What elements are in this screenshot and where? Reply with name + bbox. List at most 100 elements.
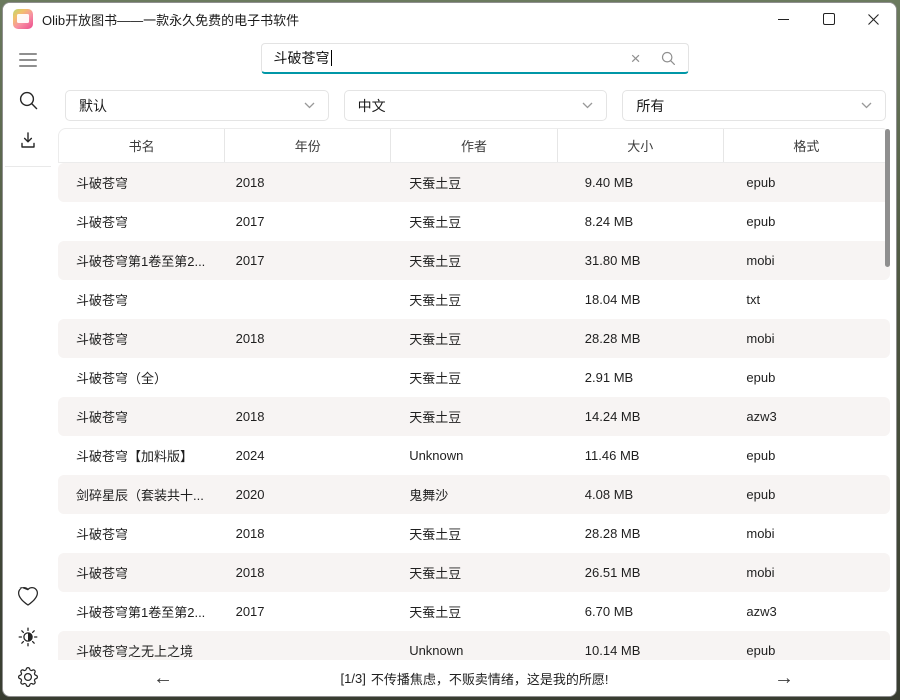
- close-button[interactable]: [851, 3, 896, 35]
- cell-size: 28.28 MB: [553, 526, 729, 541]
- cell-author: 天蚕土豆: [379, 173, 553, 192]
- maximize-icon: [823, 13, 835, 25]
- cell-author: 天蚕土豆: [379, 368, 553, 387]
- minimize-button[interactable]: [761, 3, 806, 35]
- cell-format: epub: [728, 370, 890, 385]
- cell-title: 斗破苍穹: [58, 524, 220, 543]
- favorites-button[interactable]: [10, 582, 46, 612]
- language-dropdown[interactable]: 中文: [344, 90, 608, 121]
- table-row[interactable]: 斗破苍穹2018天蚕土豆28.28 MBmobi: [58, 319, 890, 358]
- heart-icon: [18, 587, 38, 607]
- cell-size: 18.04 MB: [553, 292, 729, 307]
- pagination-message: 不传播焦虑，不贩卖情绪，这是我的所愿!: [371, 669, 609, 688]
- text-cursor: [331, 50, 332, 66]
- table-row[interactable]: 斗破苍穹第1卷至第2...2017天蚕土豆6.70 MBazw3: [58, 592, 890, 631]
- cell-title: 剑碎星辰（套装共十...: [58, 485, 220, 504]
- cell-format: txt: [728, 292, 890, 307]
- cell-format: epub: [728, 448, 890, 463]
- sort-dropdown-value: 默认: [79, 96, 107, 116]
- cell-title: 斗破苍穹第1卷至第2...: [58, 251, 220, 270]
- cell-size: 31.80 MB: [553, 253, 729, 268]
- cell-size: 6.70 MB: [553, 604, 729, 619]
- clear-search-button[interactable]: ×: [629, 50, 643, 67]
- brightness-icon: [18, 627, 38, 647]
- cell-author: 天蚕土豆: [379, 524, 553, 543]
- search-submit-icon[interactable]: [661, 51, 676, 66]
- scrollbar-thumb[interactable]: [885, 129, 890, 267]
- table-row[interactable]: 斗破苍穹 天蚕土豆18.04 MBtxt: [58, 280, 890, 319]
- cell-author: 天蚕土豆: [379, 212, 553, 231]
- cell-format: epub: [728, 214, 890, 229]
- cell-title: 斗破苍穹: [58, 290, 220, 309]
- language-dropdown-value: 中文: [358, 96, 386, 116]
- table-row[interactable]: 斗破苍穹（全）天蚕土豆2.91 MBepub: [58, 358, 890, 397]
- cell-format: azw3: [728, 604, 890, 619]
- cell-title: 斗破苍穹（全）: [58, 368, 220, 387]
- cell-title: 斗破苍穹: [58, 212, 220, 231]
- cell-author: Unknown: [379, 643, 553, 658]
- cell-size: 26.51 MB: [553, 565, 729, 580]
- menu-button[interactable]: [10, 45, 46, 75]
- prev-page-button[interactable]: ←: [153, 668, 173, 688]
- cell-author: 鬼舞沙: [379, 485, 553, 504]
- table-row[interactable]: 斗破苍穹2018天蚕土豆28.28 MBmobi: [58, 514, 890, 553]
- results-table: 书名年份作者大小格式 斗破苍穹2018天蚕土豆9.40 MBepub斗破苍穹20…: [58, 128, 890, 660]
- cell-size: 28.28 MB: [553, 331, 729, 346]
- table-row[interactable]: 斗破苍穹【加料版】2024Unknown11.46 MBepub: [58, 436, 890, 475]
- table-row[interactable]: 斗破苍穹第1卷至第2...2017天蚕土豆31.80 MBmobi: [58, 241, 890, 280]
- search-row: 斗破苍穹 ×: [53, 35, 896, 83]
- table-row[interactable]: 斗破苍穹之无上之境 Unknown10.14 MBepub: [58, 631, 890, 660]
- sort-dropdown[interactable]: 默认: [65, 90, 329, 121]
- cell-year: 2017: [220, 604, 380, 619]
- downloads-button[interactable]: [10, 125, 46, 155]
- cell-year: 2018: [220, 409, 380, 424]
- sidebar-search-button[interactable]: [10, 85, 46, 115]
- window-controls: [761, 3, 896, 35]
- cell-size: 10.14 MB: [553, 643, 729, 658]
- column-header: 作者: [391, 129, 557, 162]
- titlebar[interactable]: Olib开放图书——一款永久免费的电子书软件: [3, 3, 896, 35]
- cell-size: 9.40 MB: [553, 175, 729, 190]
- cell-format: epub: [728, 643, 890, 658]
- table-row[interactable]: 斗破苍穹2018天蚕土豆9.40 MBepub: [58, 163, 890, 202]
- column-header: 书名: [59, 129, 225, 162]
- settings-button[interactable]: [10, 662, 46, 692]
- cell-year: 2018: [220, 175, 380, 190]
- format-dropdown[interactable]: 所有: [622, 90, 886, 121]
- theme-toggle-button[interactable]: [10, 622, 46, 652]
- cell-size: 14.24 MB: [553, 409, 729, 424]
- hamburger-icon: [19, 53, 37, 67]
- column-header: 年份: [225, 129, 391, 162]
- pagination-bar: ← [1/3] 不传播焦虑，不贩卖情绪，这是我的所愿! →: [53, 660, 896, 696]
- cell-title: 斗破苍穹: [58, 563, 220, 582]
- table-row[interactable]: 剑碎星辰（套装共十...2020鬼舞沙4.08 MBepub: [58, 475, 890, 514]
- search-input[interactable]: 斗破苍穹: [274, 48, 330, 68]
- search-box[interactable]: 斗破苍穹 ×: [261, 43, 689, 74]
- cell-author: 天蚕土豆: [379, 251, 553, 270]
- next-page-button[interactable]: →: [774, 668, 794, 688]
- filter-row: 默认 中文 所有: [53, 83, 896, 121]
- cell-author: 天蚕土豆: [379, 563, 553, 582]
- table-row[interactable]: 斗破苍穹2018天蚕土豆14.24 MBazw3: [58, 397, 890, 436]
- download-icon: [18, 130, 38, 150]
- maximize-button[interactable]: [806, 3, 851, 35]
- cell-title: 斗破苍穹之无上之境: [58, 641, 220, 660]
- cell-title: 斗破苍穹: [58, 407, 220, 426]
- table-row[interactable]: 斗破苍穹2018天蚕土豆26.51 MBmobi: [58, 553, 890, 592]
- format-dropdown-value: 所有: [636, 96, 664, 116]
- chevron-down-icon: [582, 102, 593, 109]
- cell-year: 2018: [220, 331, 380, 346]
- cell-year: 2018: [220, 565, 380, 580]
- cell-format: mobi: [728, 331, 890, 346]
- app-logo-icon: [13, 9, 33, 29]
- cell-format: azw3: [728, 409, 890, 424]
- cell-title: 斗破苍穹: [58, 329, 220, 348]
- column-header: 格式: [724, 129, 889, 162]
- table-row[interactable]: 斗破苍穹2017天蚕土豆8.24 MBepub: [58, 202, 890, 241]
- cell-year: 2020: [220, 487, 380, 502]
- sidebar: [3, 35, 53, 696]
- cell-size: 8.24 MB: [553, 214, 729, 229]
- cell-format: mobi: [728, 526, 890, 541]
- cell-format: epub: [728, 175, 890, 190]
- cell-author: 天蚕土豆: [379, 290, 553, 309]
